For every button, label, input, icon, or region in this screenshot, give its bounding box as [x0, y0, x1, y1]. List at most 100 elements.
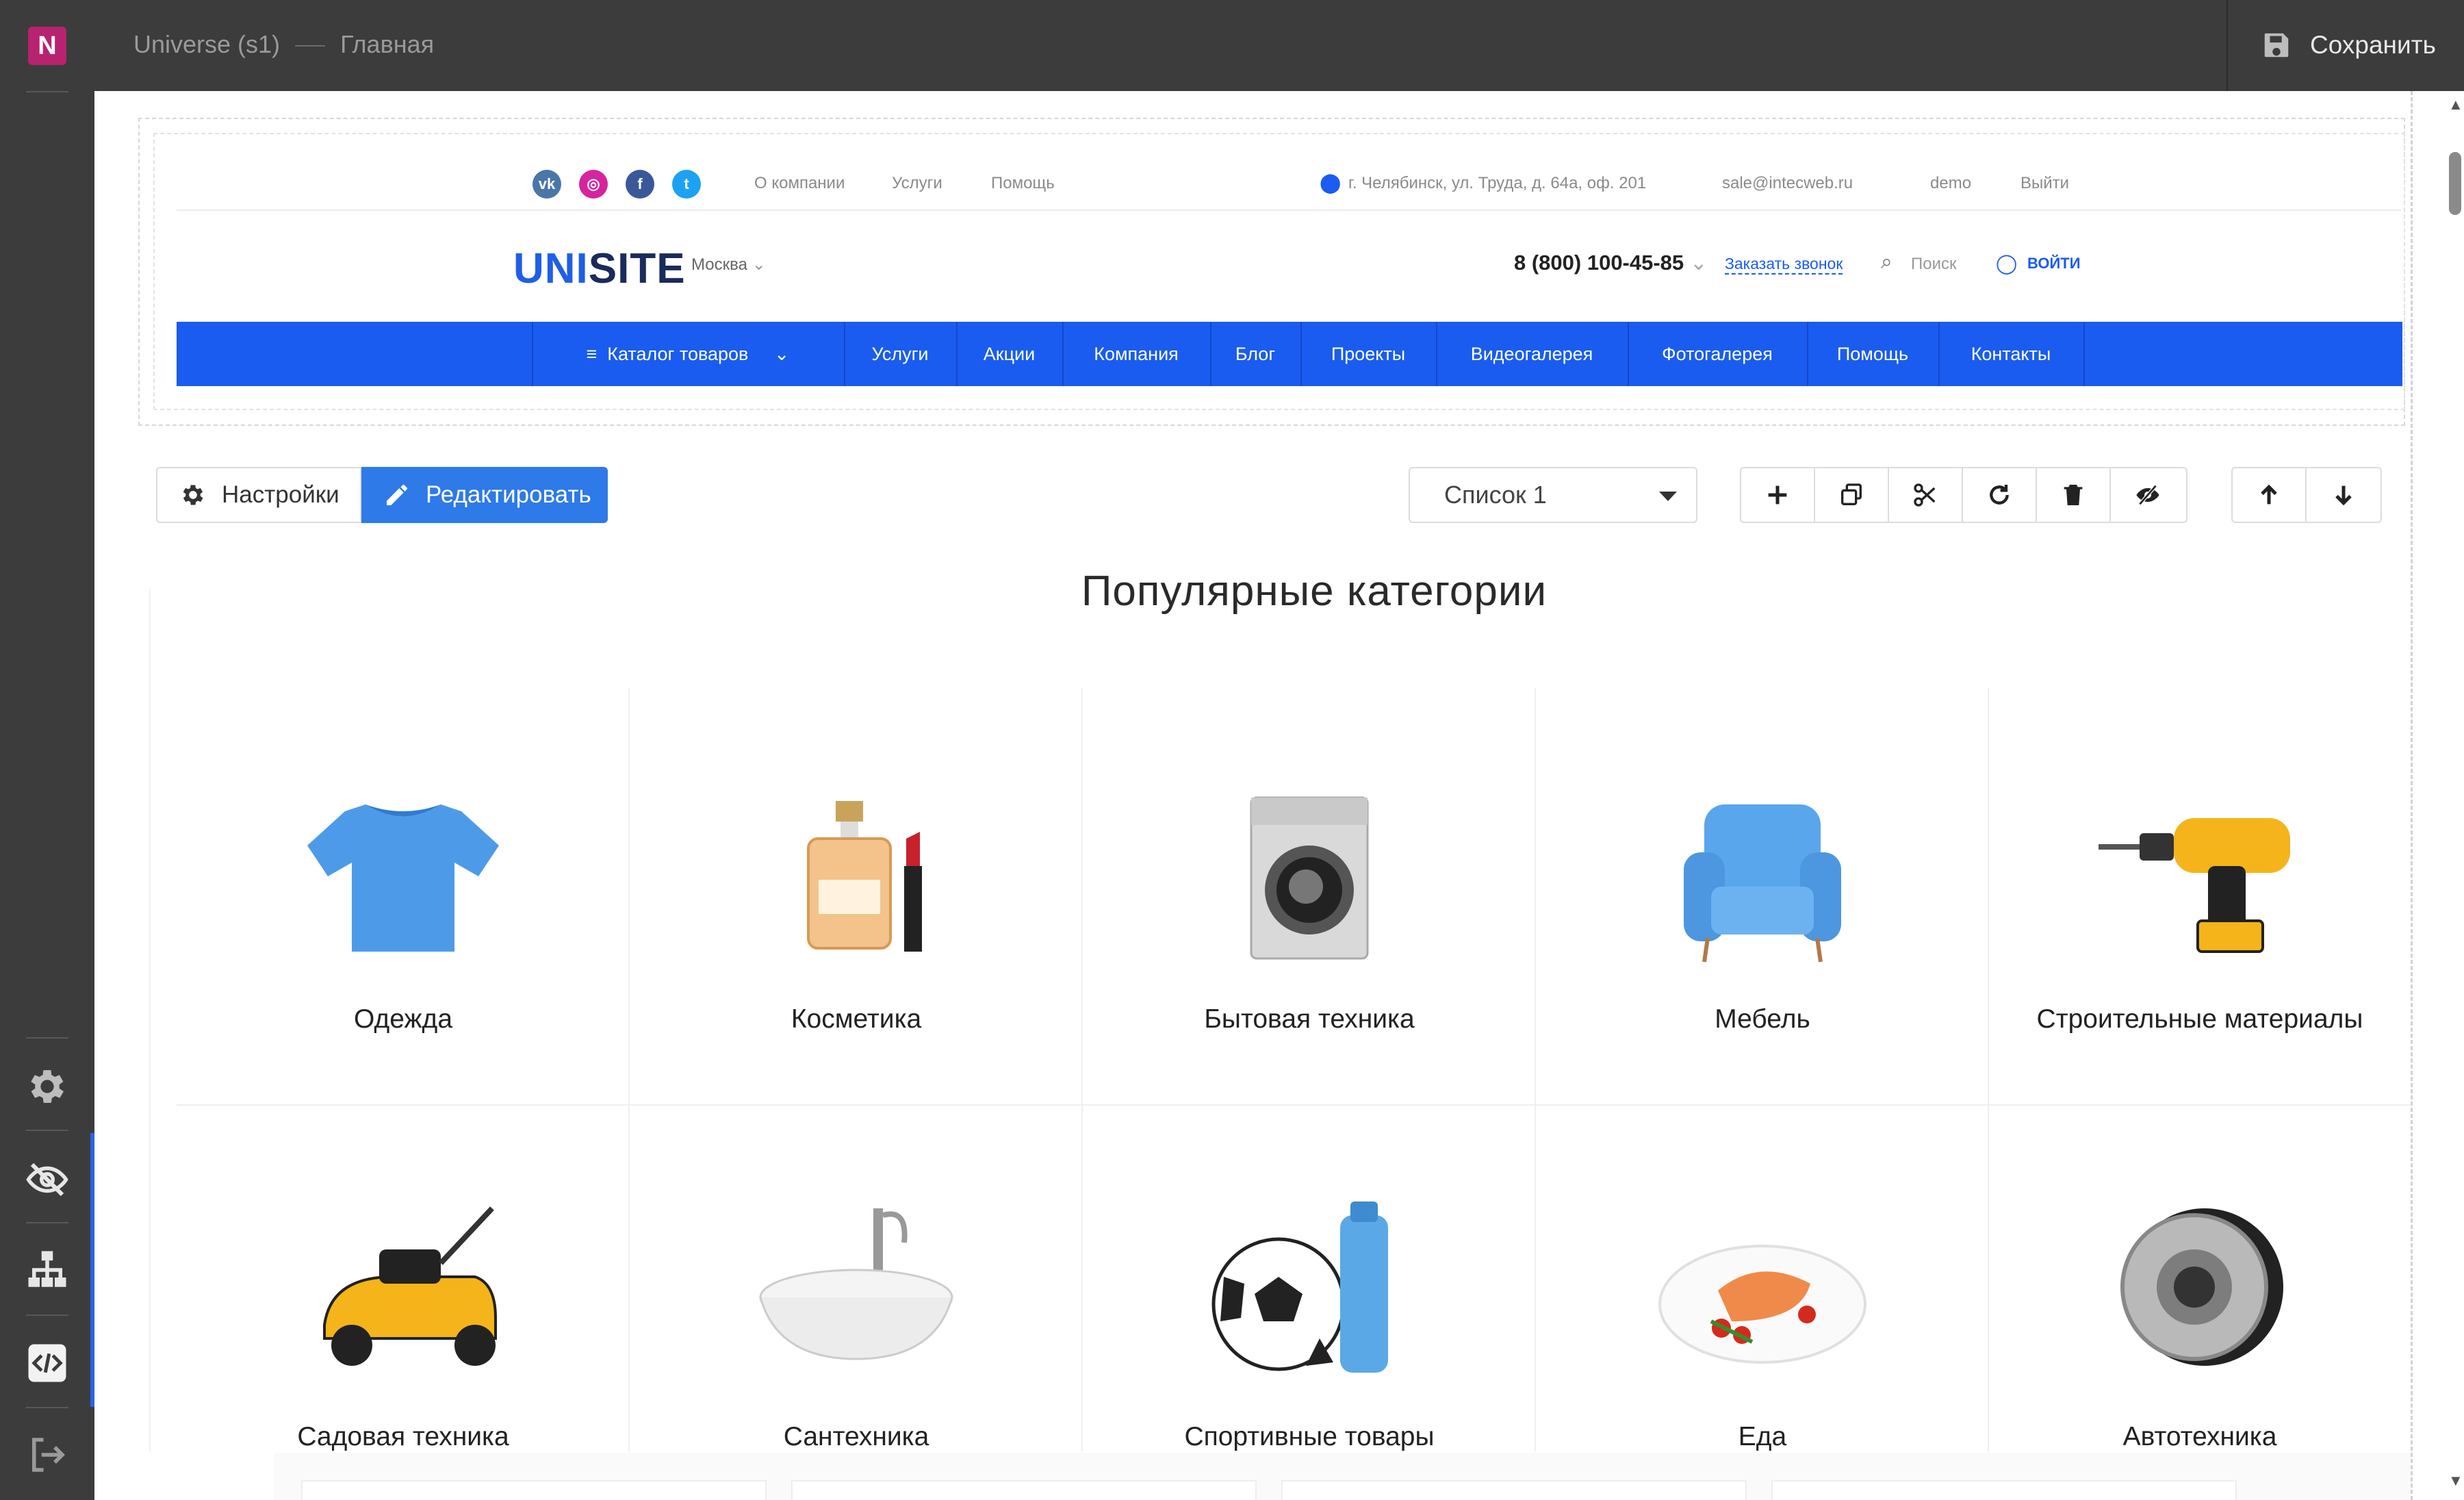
hide-block-button[interactable] [2111, 468, 2185, 522]
sidebar-divider [26, 1314, 68, 1316]
drill-image [2099, 818, 2290, 953]
category-card-auto[interactable]: Автотехника [1989, 1106, 2411, 1451]
block-actions-group [1740, 467, 2187, 523]
app-logo[interactable]: N [28, 27, 66, 65]
copy-block-button[interactable] [1815, 468, 1889, 522]
phone-number[interactable]: 8 (800) 100-45-85 ⌄ [1514, 251, 1708, 275]
next-block-card [791, 1480, 1257, 1500]
sitemap-icon[interactable] [25, 1247, 70, 1293]
location-pin-icon: ⬤ [1320, 172, 1342, 193]
nav-item-contacts[interactable]: Контакты [1938, 322, 2083, 386]
pencil-icon [387, 485, 407, 505]
template-select[interactable]: Список 1 [1409, 467, 1697, 523]
facebook-icon[interactable]: f [626, 170, 654, 199]
next-block-card [1281, 1480, 1747, 1500]
eye-slash-icon [2136, 485, 2159, 505]
move-up-button[interactable] [2233, 468, 2307, 522]
category-card-sport[interactable]: Спортивные товары [1083, 1106, 1536, 1451]
category-label: Спортивные товары [1184, 1422, 1435, 1451]
city-selector[interactable]: Москва ⌄ [691, 255, 766, 275]
category-card-plumbing[interactable]: Сантехника [630, 1106, 1083, 1451]
nav-item-blog[interactable]: Блог [1210, 322, 1300, 386]
block-settings-button[interactable]: Настройки [156, 467, 361, 523]
nav-item-help[interactable]: Помощь [1807, 322, 1938, 386]
move-down-button[interactable] [2307, 468, 2380, 522]
category-label: Садовая техника [297, 1422, 509, 1451]
chevron-down-icon: ⌄ [1689, 251, 1708, 275]
category-card-clothes[interactable]: Одежда [177, 688, 630, 1106]
vk-icon[interactable]: vk [532, 170, 561, 199]
settings-label: Настройки [222, 481, 339, 508]
gear-icon [183, 485, 203, 505]
lawn-mower-image [323, 1206, 497, 1366]
add-block-button[interactable] [1741, 468, 1815, 522]
refresh-icon [1990, 485, 2009, 505]
category-label: Мебель [1715, 1004, 1810, 1034]
email-link[interactable]: sale@intecweb.ru [1722, 174, 1853, 193]
toplink-services[interactable]: Услуги [892, 174, 942, 193]
category-card-appliances[interactable]: Бытовая техника [1083, 688, 1536, 1106]
edit-label: Редактировать [426, 481, 591, 508]
cut-block-button[interactable] [1889, 468, 1963, 522]
nav-item-photogallery[interactable]: Фотогалерея [1628, 322, 1807, 386]
food-plate-image [1658, 1245, 1866, 1364]
toplink-help[interactable]: Помощь [991, 174, 1055, 193]
sidebar-divider [26, 1407, 68, 1408]
caret-down-icon [1659, 492, 1677, 501]
nav-item-projects[interactable]: Проекты [1300, 322, 1436, 386]
floppy-icon [2264, 33, 2289, 58]
arrow-down-icon [2335, 485, 2352, 506]
logout-link[interactable]: Выйти [2020, 174, 2069, 193]
nav-item-company[interactable]: Компания [1062, 322, 1210, 386]
trash-icon [2064, 485, 2083, 505]
nav-label: Каталог товаров [607, 344, 749, 364]
search-icon[interactable]: ⌕ [1881, 251, 1892, 274]
category-label: Одежда [353, 1004, 453, 1034]
nav-item-catalog[interactable]: ≡ Каталог товаров ⌄ [532, 322, 844, 386]
toplink-about[interactable]: О компании [754, 174, 845, 193]
scissors-icon [1914, 483, 1936, 507]
save-area: Сохранить [2226, 0, 2464, 91]
delete-block-button[interactable] [2037, 468, 2111, 522]
exit-icon[interactable] [25, 1432, 70, 1477]
scrollbar-thumb[interactable] [2449, 152, 2461, 215]
eye-off-icon[interactable] [25, 1157, 70, 1202]
nav-item-promos[interactable]: Акции [956, 322, 1062, 386]
block-edit-button[interactable]: Редактировать [361, 467, 608, 523]
sidebar-divider [26, 1222, 68, 1223]
breadcrumb: Universe (s1) Главная [133, 30, 434, 59]
refresh-block-button[interactable] [1963, 468, 2037, 522]
sidebar-divider [26, 1037, 68, 1039]
callback-link[interactable]: Заказать звонок [1725, 255, 1843, 275]
user-link[interactable]: demo [1930, 174, 1971, 193]
washing-machine-image [1250, 796, 1369, 960]
twitter-icon[interactable]: t [672, 170, 701, 199]
login-link[interactable]: ВОЙТИ [2027, 255, 2081, 272]
category-label: Строительные материалы [2036, 1004, 2363, 1034]
breadcrumb-site[interactable]: Universe (s1) [133, 30, 280, 58]
category-card-garden[interactable]: Садовая техника [177, 1106, 630, 1451]
nav-divider [2083, 322, 2085, 386]
category-label: Автотехника [2122, 1422, 2277, 1451]
nav-item-videogallery[interactable]: Видеогалерея [1436, 322, 1628, 386]
scroll-up-arrow[interactable]: ▲ [2448, 96, 2463, 114]
breadcrumb-separator [295, 45, 326, 47]
category-label: Бытовая техника [1204, 1004, 1415, 1034]
gear-icon[interactable] [25, 1064, 70, 1109]
category-card-furniture[interactable]: Мебель [1536, 688, 1989, 1106]
category-card-food[interactable]: Еда [1536, 1106, 1989, 1451]
ball-and-bottle-image [1211, 1202, 1388, 1373]
instagram-icon[interactable]: ◎ [579, 170, 608, 199]
code-icon[interactable] [25, 1340, 70, 1386]
phone-label: 8 (800) 100-45-85 [1514, 251, 1684, 275]
scroll-down-arrow[interactable]: ▼ [2448, 1472, 2463, 1490]
search-link[interactable]: Поиск [1911, 255, 1957, 274]
category-card-cosmetics[interactable]: Косметика [630, 688, 1083, 1106]
category-card-building[interactable]: Строительные материалы [1989, 688, 2411, 1106]
save-button[interactable]: Сохранить [2261, 27, 2436, 63]
city-label: Москва [691, 255, 747, 274]
nav-item-services[interactable]: Услуги [844, 322, 956, 386]
copy-icon [1841, 483, 1862, 505]
site-logo[interactable]: UNISITE [513, 244, 686, 293]
logo-part-uni: UNI [513, 245, 589, 292]
